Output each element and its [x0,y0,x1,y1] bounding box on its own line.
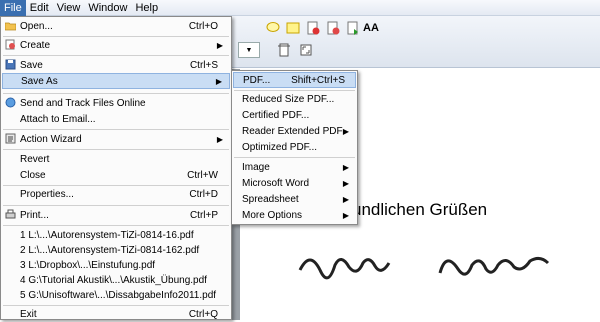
menu-item-save[interactable]: Save Ctrl+S [2,57,230,73]
comment-icon[interactable] [265,20,281,36]
submenu-arrow-icon: ▶ [216,40,223,50]
label: 4 G:\Tutorial Akustik\...\Akustik_Übung.… [20,274,207,286]
label: Image [242,161,270,173]
label: Revert [20,153,50,165]
menu-item-spreadsheet[interactable]: Spreadsheet ▶ [233,191,356,207]
open-folder-icon [5,22,16,31]
menu-item-optimized[interactable]: Optimized PDF... [233,139,356,155]
recent-file-5[interactable]: 5 G:\Unisoftware\...\DissabgabeInfo2011.… [2,287,230,303]
menu-help[interactable]: Help [131,0,162,16]
menu-item-send-track[interactable]: Send and Track Files Online [2,95,230,111]
submenu-arrow-icon: ▶ [342,178,349,188]
separator [3,225,229,226]
separator [3,149,229,150]
menu-item-certified[interactable]: Certified PDF... [233,107,356,123]
label: Open... [20,20,53,32]
label: Reader Extended PDF [242,125,343,137]
label: Action Wizard [20,133,82,145]
submenu-arrow-icon: ▶ [342,194,349,204]
menu-item-properties[interactable]: Properties... Ctrl+D [2,186,230,202]
action-wizard-icon [5,133,16,144]
font-size-icon[interactable]: AA [363,20,379,36]
label: 3 L:\Dropbox\...\Einstufung.pdf [20,259,156,271]
menu-item-revert[interactable]: Revert [2,151,230,167]
shortcut: Ctrl+W [187,169,218,181]
save-as-submenu: PDF... Shift+Ctrl+S Reduced Size PDF... … [231,70,358,225]
shortcut: Ctrl+Q [188,308,218,320]
submenu-arrow-icon: ▶ [342,210,349,220]
shortcut: Ctrl+O [188,20,218,32]
label: Reduced Size PDF... [242,93,335,105]
fit-page-icon[interactable] [276,42,292,58]
label: 2 L:\...\Autorensystem-TiZi-0814-162.pdf [20,244,200,256]
menu-view[interactable]: View [53,0,85,16]
separator [3,205,229,206]
menu-item-create[interactable]: Create ▶ [2,37,230,53]
menu-item-save-pdf[interactable]: PDF... Shift+Ctrl+S [233,72,356,88]
recent-file-1[interactable]: 1 L:\...\Autorensystem-TiZi-0814-16.pdf [2,227,230,243]
submenu-arrow-icon: ▶ [215,76,222,86]
submenu-arrow-icon: ▶ [216,134,223,144]
file-menu: Open... Ctrl+O Create ▶ Save Ctrl+S Save… [0,16,232,320]
send-online-icon [5,97,16,108]
label: Optimized PDF... [242,141,318,153]
label: 5 G:\Unisoftware\...\DissabgabeInfo2011.… [20,289,217,301]
document-text: undlichen Grüßen [352,200,488,219]
menubar: File Edit View Window Help [0,0,600,16]
label: Attach to Email... [20,113,96,125]
signature-image [298,256,550,280]
printer-icon [5,209,16,219]
menu-item-close[interactable]: Close Ctrl+W [2,167,230,183]
label: Close [20,169,46,181]
label: Microsoft Word [242,177,310,189]
label: More Options [242,209,303,221]
delete-page-icon[interactable] [305,20,321,36]
insert-page-icon[interactable] [325,20,341,36]
save-icon [5,59,16,70]
menu-edit[interactable]: Edit [26,0,53,16]
menu-window[interactable]: Window [84,0,131,16]
full-screen-icon[interactable] [298,42,314,58]
submenu-arrow-icon: ▶ [342,162,349,172]
label: Exit [20,308,37,320]
separator [234,157,355,158]
menu-file[interactable]: File [0,0,26,16]
zoom-dropdown-icon[interactable]: ▼ [238,42,260,58]
label: Certified PDF... [242,109,310,121]
shortcut: Ctrl+D [189,188,218,200]
label: 1 L:\...\Autorensystem-TiZi-0814-16.pdf [20,229,194,241]
menu-item-action-wizard[interactable]: Action Wizard ▶ [2,131,230,147]
create-icon [5,39,15,50]
label: Send and Track Files Online [20,97,146,109]
separator [3,129,229,130]
label: PDF... [243,74,271,86]
label: Save [20,59,43,71]
separator [3,55,229,56]
recent-file-3[interactable]: 3 L:\Dropbox\...\Einstufung.pdf [2,257,230,273]
menu-item-reader-extended[interactable]: Reader Extended PDF ▶ [233,123,356,139]
extract-page-icon[interactable] [345,20,361,36]
recent-file-2[interactable]: 2 L:\...\Autorensystem-TiZi-0814-162.pdf [2,242,230,258]
menu-item-word[interactable]: Microsoft Word ▶ [233,175,356,191]
label: Properties... [20,188,74,200]
recent-file-4[interactable]: 4 G:\Tutorial Akustik\...\Akustik_Übung.… [2,272,230,288]
sticky-note-icon[interactable] [285,20,301,36]
shortcut: Ctrl+P [189,209,218,221]
label: Print... [20,209,49,221]
menu-item-open[interactable]: Open... Ctrl+O [2,18,230,34]
menu-item-image[interactable]: Image ▶ [233,159,356,175]
separator [3,93,229,94]
menu-item-reduced-size[interactable]: Reduced Size PDF... [233,91,356,107]
shortcut: Ctrl+S [189,59,218,71]
submenu-arrow-icon: ▶ [342,126,349,136]
shortcut: Shift+Ctrl+S [291,74,345,86]
label: Spreadsheet [242,193,299,205]
menu-item-attach-email[interactable]: Attach to Email... [2,111,230,127]
menu-item-save-as[interactable]: Save As ▶ [2,73,230,89]
label: Create [20,39,51,51]
menu-item-print[interactable]: Print... Ctrl+P [2,207,230,223]
menu-item-more-options[interactable]: More Options ▶ [233,207,356,223]
label: Save As [21,75,58,87]
